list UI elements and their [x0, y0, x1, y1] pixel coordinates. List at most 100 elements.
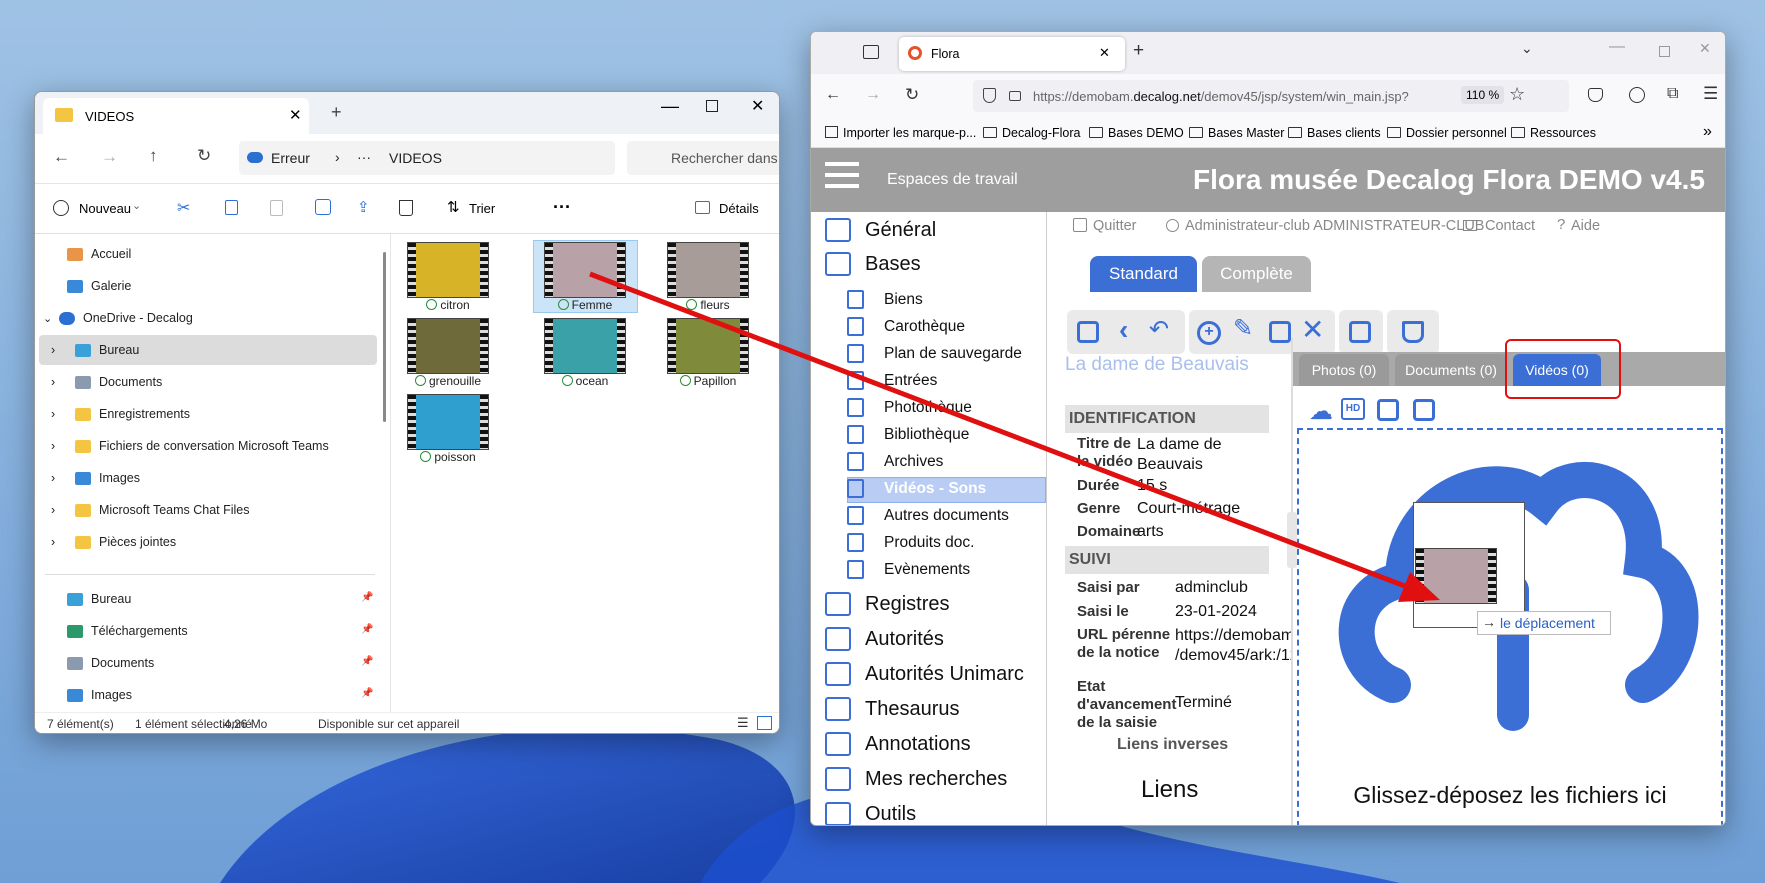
sidebar-item-images[interactable]: › Images	[51, 463, 140, 493]
nav-bibliotheque[interactable]: Bibliothèque	[847, 425, 969, 444]
cut-icon[interactable]: ✂	[177, 198, 190, 218]
tab-photos[interactable]: Photos (0)	[1299, 354, 1389, 386]
nav-phototheque[interactable]: Photothèque	[847, 398, 972, 417]
close-tab-icon[interactable]: ✕	[1099, 45, 1110, 61]
maximize-icon[interactable]	[1659, 46, 1670, 57]
search-box[interactable]: Rechercher dans : VIDEOS	[627, 141, 779, 175]
sidebar-item-teams-chat[interactable]: › Microsoft Teams Chat Files	[51, 495, 250, 525]
nav-entrees[interactable]: Entrées	[847, 371, 937, 390]
nav-registres[interactable]: Registres	[825, 592, 949, 616]
file-name[interactable]: Papillon	[653, 374, 763, 388]
sidebar-scrollbar[interactable]	[383, 252, 386, 422]
extensions-icon[interactable]: ⧉	[1667, 85, 1678, 103]
quick-item-downloads[interactable]: Téléchargements	[67, 616, 188, 646]
file-name[interactable]: citron	[393, 298, 503, 312]
nav-autorites[interactable]: Autorités	[825, 627, 944, 651]
account-icon[interactable]	[1629, 87, 1645, 103]
file-name[interactable]: grenouille	[393, 374, 503, 388]
more-button[interactable]: ···	[553, 197, 571, 218]
url-text[interactable]: https://demobam.decalog.net/demov45/jsp/…	[1033, 89, 1409, 104]
sidebar-item-teams-files[interactable]: › Fichiers de conversation Microsoft Team…	[51, 431, 329, 461]
search-input[interactable]: Rechercher dans : VIDEOS	[671, 150, 779, 166]
video-thumbnail-ocean[interactable]	[544, 318, 626, 374]
refresh-icon[interactable]: ↻	[197, 146, 211, 166]
delete-x-icon[interactable]: ✕	[1301, 313, 1324, 346]
forward-icon[interactable]: →	[101, 147, 118, 167]
sidebar-item-bureau[interactable]: › Bureau	[51, 335, 139, 365]
address-bar[interactable]: Erreur › ··· VIDEOS	[239, 141, 615, 175]
rename-icon[interactable]	[315, 199, 331, 215]
nav-thesaurus[interactable]: Thesaurus	[825, 697, 960, 721]
folder-image-icon[interactable]	[1413, 399, 1435, 421]
basket-icon[interactable]	[1402, 321, 1424, 343]
edit-pencil-icon[interactable]: ✎	[1233, 314, 1253, 343]
menu-icon[interactable]: ☰	[1703, 84, 1718, 104]
reload-icon[interactable]: ↻	[905, 85, 919, 105]
hd-icon[interactable]: HD	[1341, 398, 1365, 420]
nav-videos-sons[interactable]: Vidéos - Sons	[847, 479, 986, 498]
bookmark-folder[interactable]: Dossier personnel	[1406, 126, 1507, 140]
list-tabs-icon[interactable]: ⌄	[1521, 40, 1533, 57]
add-icon[interactable]: +	[1197, 321, 1221, 345]
breadcrumb-folder[interactable]: VIDEOS	[389, 150, 442, 166]
zoom-badge[interactable]: 110 %	[1461, 86, 1505, 104]
previous-icon[interactable]: ‹	[1119, 314, 1128, 346]
file-name[interactable]: Femme	[530, 298, 640, 312]
nav-bases[interactable]: Bases	[825, 252, 921, 276]
sidebar-item-onedrive[interactable]: ⌄ OneDrive - Decalog	[43, 303, 193, 333]
nav-annotations[interactable]: Annotations	[825, 732, 971, 756]
close-tab-icon[interactable]: ✕	[289, 106, 302, 124]
video-thumbnail-papillon[interactable]	[667, 318, 749, 374]
nav-produits-doc[interactable]: Produits doc.	[847, 533, 974, 552]
up-icon[interactable]: ↑	[149, 146, 158, 166]
new-tab-icon[interactable]: +	[331, 102, 342, 123]
tab-standard[interactable]: Standard	[1090, 256, 1197, 292]
nav-evenements[interactable]: Evènements	[847, 560, 970, 579]
sidebar-item-gallery[interactable]: Galerie	[67, 271, 131, 301]
nav-mes-recherches[interactable]: Mes recherches	[825, 767, 1007, 791]
bookmark-folder[interactable]: Bases Master	[1208, 126, 1284, 140]
nav-outils[interactable]: Outils	[825, 802, 916, 825]
lock-icon[interactable]	[1009, 91, 1021, 101]
quit-link[interactable]: Quitter	[1093, 218, 1137, 234]
3d-cubes-icon[interactable]	[1377, 399, 1399, 421]
quick-item-images[interactable]: Images	[67, 680, 132, 710]
url-field[interactable]: https://demobam.decalog.net/demov45/jsp/…	[973, 80, 1569, 112]
help-link[interactable]: Aide	[1571, 218, 1600, 234]
tracking-shield-icon[interactable]	[983, 88, 996, 103]
tab-documents[interactable]: Documents (0)	[1395, 354, 1507, 386]
video-thumbnail-grenouille[interactable]	[407, 318, 489, 374]
nav-general[interactable]: Général	[825, 218, 936, 242]
nav-carotheque[interactable]: Carothèque	[847, 317, 965, 336]
upload-cloud-icon[interactable]: ☁	[1309, 397, 1333, 426]
explorer-tab[interactable]: VIDEOS ✕	[43, 98, 309, 134]
bookmark-item[interactable]: Importer les marque-p...	[843, 126, 976, 140]
tile-view-icon[interactable]	[757, 716, 772, 730]
back-icon[interactable]: ←	[825, 86, 841, 104]
close-window-icon[interactable]: ✕	[1699, 40, 1711, 57]
quick-item-documents[interactable]: Documents	[67, 648, 154, 678]
list-view-icon[interactable]: ☰	[737, 715, 749, 731]
bookmark-star-icon[interactable]: ☆	[1509, 84, 1525, 105]
nav-autorites-unimarc[interactable]: Autorités Unimarc	[825, 662, 1024, 686]
sort-button[interactable]: Trier	[469, 201, 495, 216]
bookmark-folder[interactable]: Bases clients	[1307, 126, 1381, 140]
close-window-icon[interactable]: ✕	[751, 96, 764, 116]
video-thumbnail-citron[interactable]	[407, 242, 489, 298]
file-name[interactable]: poisson	[393, 450, 503, 464]
back-icon[interactable]: ←	[53, 147, 70, 167]
details-button[interactable]: Détails	[719, 201, 759, 216]
paste-icon[interactable]	[270, 200, 283, 216]
video-thumbnail-femme[interactable]	[544, 242, 626, 298]
record-list-icon[interactable]	[1077, 321, 1099, 343]
print-icon[interactable]	[1349, 321, 1371, 343]
cloud-label[interactable]: Erreur	[271, 150, 310, 166]
sidebar-item-home[interactable]: Accueil	[67, 239, 131, 269]
bookmark-folder[interactable]: Ressources	[1530, 126, 1596, 140]
duplicate-icon[interactable]	[1269, 321, 1291, 343]
undo-icon[interactable]: ↶	[1149, 315, 1169, 344]
file-name[interactable]: ocean	[530, 374, 640, 388]
browser-tab-flora[interactable]: Flora ✕	[899, 37, 1125, 71]
sidebar-item-pieces-jointes[interactable]: › Pièces jointes	[51, 527, 176, 557]
video-thumbnail-fleurs[interactable]	[667, 242, 749, 298]
